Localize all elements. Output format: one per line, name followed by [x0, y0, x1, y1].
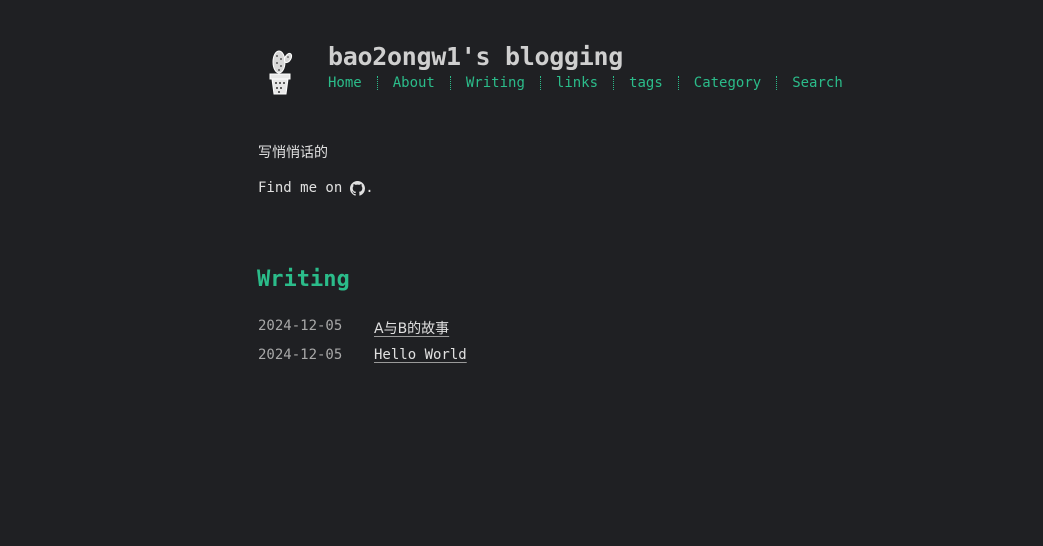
nav-search[interactable]: Search [792, 74, 843, 92]
nav-separator [376, 76, 378, 90]
nav-separator [776, 76, 778, 90]
nav-separator [613, 76, 615, 90]
post-title-link[interactable]: Hello World [374, 347, 467, 363]
nav-home[interactable]: Home [328, 74, 362, 92]
nav-tags[interactable]: tags [629, 74, 663, 92]
logo-link[interactable] [264, 40, 300, 104]
site-header: bao2ongw1's blogging Home About Writing … [264, 40, 843, 104]
find-me-line: Find me on . [258, 180, 374, 196]
nav-about[interactable]: About [393, 74, 435, 92]
cactus-logo-icon [269, 50, 293, 95]
header-text: bao2ongw1's blogging Home About Writing … [328, 40, 843, 92]
main-nav: Home About Writing links tags Category S… [328, 74, 843, 92]
post-date: 2024-12-05 [258, 347, 343, 363]
find-me-text: Find me on [258, 180, 343, 196]
github-icon [350, 180, 366, 196]
nav-separator [449, 76, 451, 90]
github-link[interactable] [342, 180, 366, 196]
writing-heading: Writing [257, 267, 350, 292]
post-item: 2024-12-05 A与B的故事 [258, 318, 467, 347]
post-list: 2024-12-05 A与B的故事 2024-12-05 Hello World [258, 318, 467, 376]
nav-category[interactable]: Category [694, 74, 761, 92]
nav-separator [677, 76, 679, 90]
page: bao2ongw1's blogging Home About Writing … [0, 0, 1043, 546]
find-me-suffix: . [365, 180, 374, 196]
nav-separator [539, 76, 541, 90]
nav-writing[interactable]: Writing [466, 74, 525, 92]
post-item: 2024-12-05 Hello World [258, 347, 467, 376]
nav-links[interactable]: links [556, 74, 598, 92]
post-date: 2024-12-05 [258, 318, 343, 334]
tagline: 写悄悄话的 [258, 145, 328, 161]
post-title-link[interactable]: A与B的故事 [374, 318, 449, 338]
site-title: bao2ongw1's blogging [328, 42, 624, 71]
